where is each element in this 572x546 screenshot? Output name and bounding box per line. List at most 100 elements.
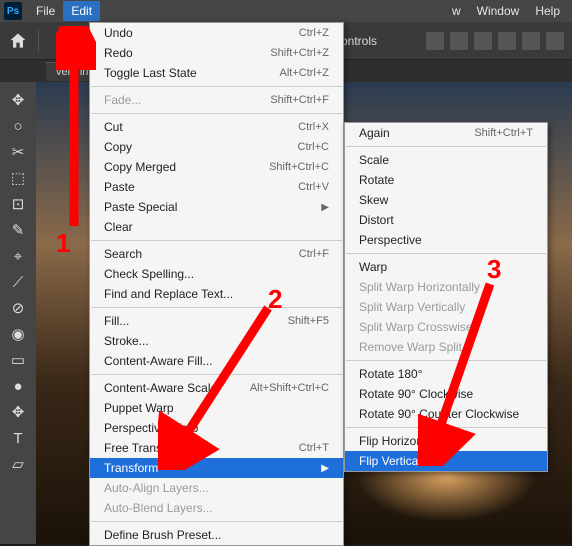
menu-help[interactable]: Help [527, 1, 568, 21]
menu-item-label: Perspective Warp [104, 421, 329, 435]
edit-menu-item[interactable]: Fill...Shift+F5 [90, 311, 343, 331]
menu-separator [91, 240, 342, 241]
menu-file[interactable]: File [28, 1, 63, 21]
transform-menu-item[interactable]: Rotate 180° [345, 364, 547, 384]
menu-item-label: Flip Vertical [359, 454, 533, 468]
tool-button[interactable]: ⟋ [6, 270, 30, 294]
edit-menu-item[interactable]: Clear [90, 217, 343, 237]
edit-menu-item: Auto-Align Layers... [90, 478, 343, 498]
transform-menu-item: Remove Warp Split [345, 337, 547, 357]
edit-menu-item[interactable]: Free TransformCtrl+T [90, 438, 343, 458]
edit-menu-item[interactable]: Stroke... [90, 331, 343, 351]
menu-separator [91, 307, 342, 308]
menu-item-label: Content-Aware Scale [104, 381, 220, 395]
menu-item-label: Copy Merged [104, 160, 239, 174]
menu-item-label: Rotate [359, 173, 533, 187]
edit-menu-item[interactable]: Toggle Last StateAlt+Ctrl+Z [90, 63, 343, 83]
tool-button[interactable]: ✥ [6, 400, 30, 424]
menu-item-label: Define Brush Preset... [104, 528, 329, 542]
menu-item-shortcut: Alt+Shift+Ctrl+C [220, 382, 329, 394]
menu-separator [346, 360, 546, 361]
menu-item-shortcut: Ctrl+Z [269, 27, 329, 39]
edit-menu-item[interactable]: Perspective Warp [90, 418, 343, 438]
tool-button[interactable]: ⬚ [6, 166, 30, 190]
home-icon[interactable] [8, 31, 28, 51]
tool-button[interactable]: ✂ [6, 140, 30, 164]
menu-separator [91, 374, 342, 375]
transform-menu-item[interactable]: AgainShift+Ctrl+T [345, 123, 547, 143]
menu-item-label: Redo [104, 46, 240, 60]
menu-item-label: Again [359, 126, 444, 140]
tool-button[interactable]: ○ [6, 114, 30, 138]
align-left-icon[interactable] [426, 32, 444, 50]
tool-button[interactable]: ⊘ [6, 296, 30, 320]
edit-menu-item[interactable]: CutCtrl+X [90, 117, 343, 137]
tools-panel: ✥○✂⬚⊡✎⌖⟋⊘◉▭●✥T▱ [0, 82, 36, 544]
menu-item-shortcut: Shift+Ctrl+Z [240, 47, 329, 59]
edit-menu-item[interactable]: PasteCtrl+V [90, 177, 343, 197]
edit-menu-item[interactable]: RedoShift+Ctrl+Z [90, 43, 343, 63]
edit-menu-item[interactable]: Find and Replace Text... [90, 284, 343, 304]
edit-menu-item[interactable]: SearchCtrl+F [90, 244, 343, 264]
edit-menu-item[interactable]: Content-Aware Fill... [90, 351, 343, 371]
transform-menu-item[interactable]: Rotate [345, 170, 547, 190]
menu-item-label: Undo [104, 26, 269, 40]
menu-partial[interactable]: w [444, 1, 469, 21]
edit-menu-item[interactable]: Copy MergedShift+Ctrl+C [90, 157, 343, 177]
edit-menu-item[interactable]: CopyCtrl+C [90, 137, 343, 157]
transform-menu-item[interactable]: Perspective [345, 230, 547, 250]
edit-menu-item[interactable]: Transform▶ [90, 458, 343, 478]
tool-button[interactable]: ✥ [6, 88, 30, 112]
menu-item-shortcut: Ctrl+T [269, 442, 329, 454]
edit-menu-item[interactable]: Paste Special▶ [90, 197, 343, 217]
more-icon[interactable] [522, 32, 540, 50]
menu-item-label: Find and Replace Text... [104, 287, 329, 301]
tool-button[interactable]: T [6, 426, 30, 450]
menu-item-label: Cut [104, 120, 268, 134]
edit-menu-item[interactable]: Content-Aware ScaleAlt+Shift+Ctrl+C [90, 378, 343, 398]
menu-item-shortcut: Shift+F5 [258, 315, 329, 327]
menu-edit[interactable]: Edit [63, 1, 100, 21]
menubar: Ps File Edit w Window Help [0, 0, 572, 22]
tool-button[interactable]: ◉ [6, 322, 30, 346]
align-center-icon[interactable] [450, 32, 468, 50]
transform-menu-item[interactable]: Distort [345, 210, 547, 230]
transform-menu-item[interactable]: Skew [345, 190, 547, 210]
menu-item-shortcut: Shift+Ctrl+C [239, 161, 329, 173]
align-top-icon[interactable] [498, 32, 516, 50]
tool-button[interactable]: ▱ [6, 452, 30, 476]
menu-item-shortcut: Ctrl+X [268, 121, 329, 133]
transform-menu-item[interactable]: Flip Horizontal [345, 431, 547, 451]
transform-menu-item[interactable]: Rotate 90° Clockwise [345, 384, 547, 404]
tool-button[interactable]: ● [6, 374, 30, 398]
edit-menu-item[interactable]: Define Brush Preset... [90, 525, 343, 545]
transform-menu-item[interactable]: Rotate 90° Counter Clockwise [345, 404, 547, 424]
transform-menu-item[interactable]: Warp [345, 257, 547, 277]
edit-menu: UndoCtrl+ZRedoShift+Ctrl+ZToggle Last St… [89, 22, 344, 546]
transform-menu-item: Split Warp Horizontally [345, 277, 547, 297]
transform-menu-item[interactable]: Flip Vertical [345, 451, 547, 471]
edit-menu-item[interactable]: Check Spelling... [90, 264, 343, 284]
align-right-icon[interactable] [474, 32, 492, 50]
edit-menu-item: Auto-Blend Layers... [90, 498, 343, 518]
edit-menu-item[interactable]: Puppet Warp [90, 398, 343, 418]
menu-item-shortcut: Ctrl+F [269, 248, 329, 260]
menu-separator [91, 113, 342, 114]
menu-item-shortcut: Ctrl+C [268, 141, 329, 153]
transform-menu-item[interactable]: Scale [345, 150, 547, 170]
menu-item-label: Rotate 180° [359, 367, 533, 381]
menu-item-label: Rotate 90° Counter Clockwise [359, 407, 533, 421]
menu-item-label: Check Spelling... [104, 267, 329, 281]
menu-separator [346, 146, 546, 147]
overflow-icon[interactable] [546, 32, 564, 50]
tool-button[interactable]: ✎ [6, 218, 30, 242]
tool-button[interactable]: ⊡ [6, 192, 30, 216]
tool-button[interactable]: ▭ [6, 348, 30, 372]
menu-item-label: Content-Aware Fill... [104, 354, 329, 368]
tool-button[interactable]: ⌖ [6, 244, 30, 268]
menu-item-label: Paste Special [104, 200, 311, 214]
menu-window[interactable]: Window [469, 1, 528, 21]
edit-menu-item[interactable]: UndoCtrl+Z [90, 23, 343, 43]
menu-separator [346, 427, 546, 428]
transform-menu-item: Split Warp Crosswise [345, 317, 547, 337]
